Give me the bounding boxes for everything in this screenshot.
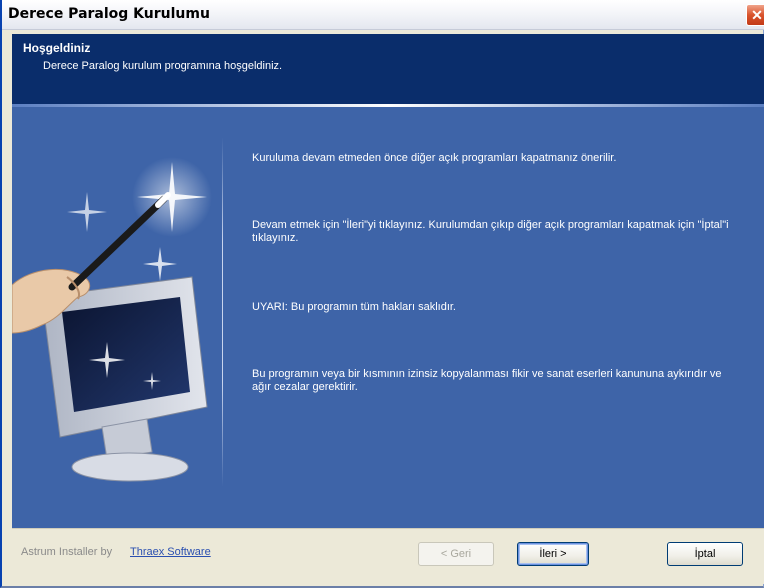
content-panel: Kuruluma devam etmeden önce diğer açık p… bbox=[12, 107, 764, 528]
info-paragraph-3: UYARI: Bu programın tüm hakları saklıdır… bbox=[252, 301, 456, 313]
back-button[interactable]: < Geri bbox=[418, 542, 494, 566]
title-bar[interactable]: Derece Paralog Kurulumu bbox=[2, 0, 764, 30]
header-subtitle: Derece Paralog kurulum programına hoşgel… bbox=[43, 60, 283, 72]
back-button-label: < Geri bbox=[440, 548, 472, 560]
installer-window: Derece Paralog Kurulumu ✕ Hoşgeldiniz De… bbox=[0, 0, 764, 588]
close-icon: ✕ bbox=[751, 6, 763, 23]
header-title: Hoşgeldiniz bbox=[23, 41, 91, 55]
window-title: Derece Paralog Kurulumu bbox=[8, 6, 210, 22]
info-paragraph-1: Kuruluma devam etmeden önce diğer açık p… bbox=[252, 152, 617, 164]
next-button[interactable]: İleri > bbox=[517, 542, 589, 566]
info-paragraph-4: Bu programın veya bir kısmının izinsiz k… bbox=[252, 368, 722, 393]
vertical-divider bbox=[222, 137, 223, 487]
next-button-label: İleri > bbox=[539, 548, 567, 560]
footer-bar: Astrum Installer by Thraex Software < Ge… bbox=[12, 528, 764, 584]
thraex-software-link[interactable]: Thraex Software bbox=[130, 546, 211, 558]
header-banner: Hoşgeldiniz Derece Paralog kurulum progr… bbox=[12, 34, 764, 104]
magic-wand-monitor-illustration bbox=[12, 157, 212, 482]
cancel-button[interactable]: İptal bbox=[667, 542, 743, 566]
cancel-button-label: İptal bbox=[694, 548, 716, 560]
installer-brand-text: Astrum Installer by bbox=[21, 546, 113, 558]
close-button[interactable]: ✕ bbox=[746, 4, 764, 26]
info-paragraph-2: Devam etmek için "İleri"yi tıklayınız. K… bbox=[252, 219, 729, 244]
